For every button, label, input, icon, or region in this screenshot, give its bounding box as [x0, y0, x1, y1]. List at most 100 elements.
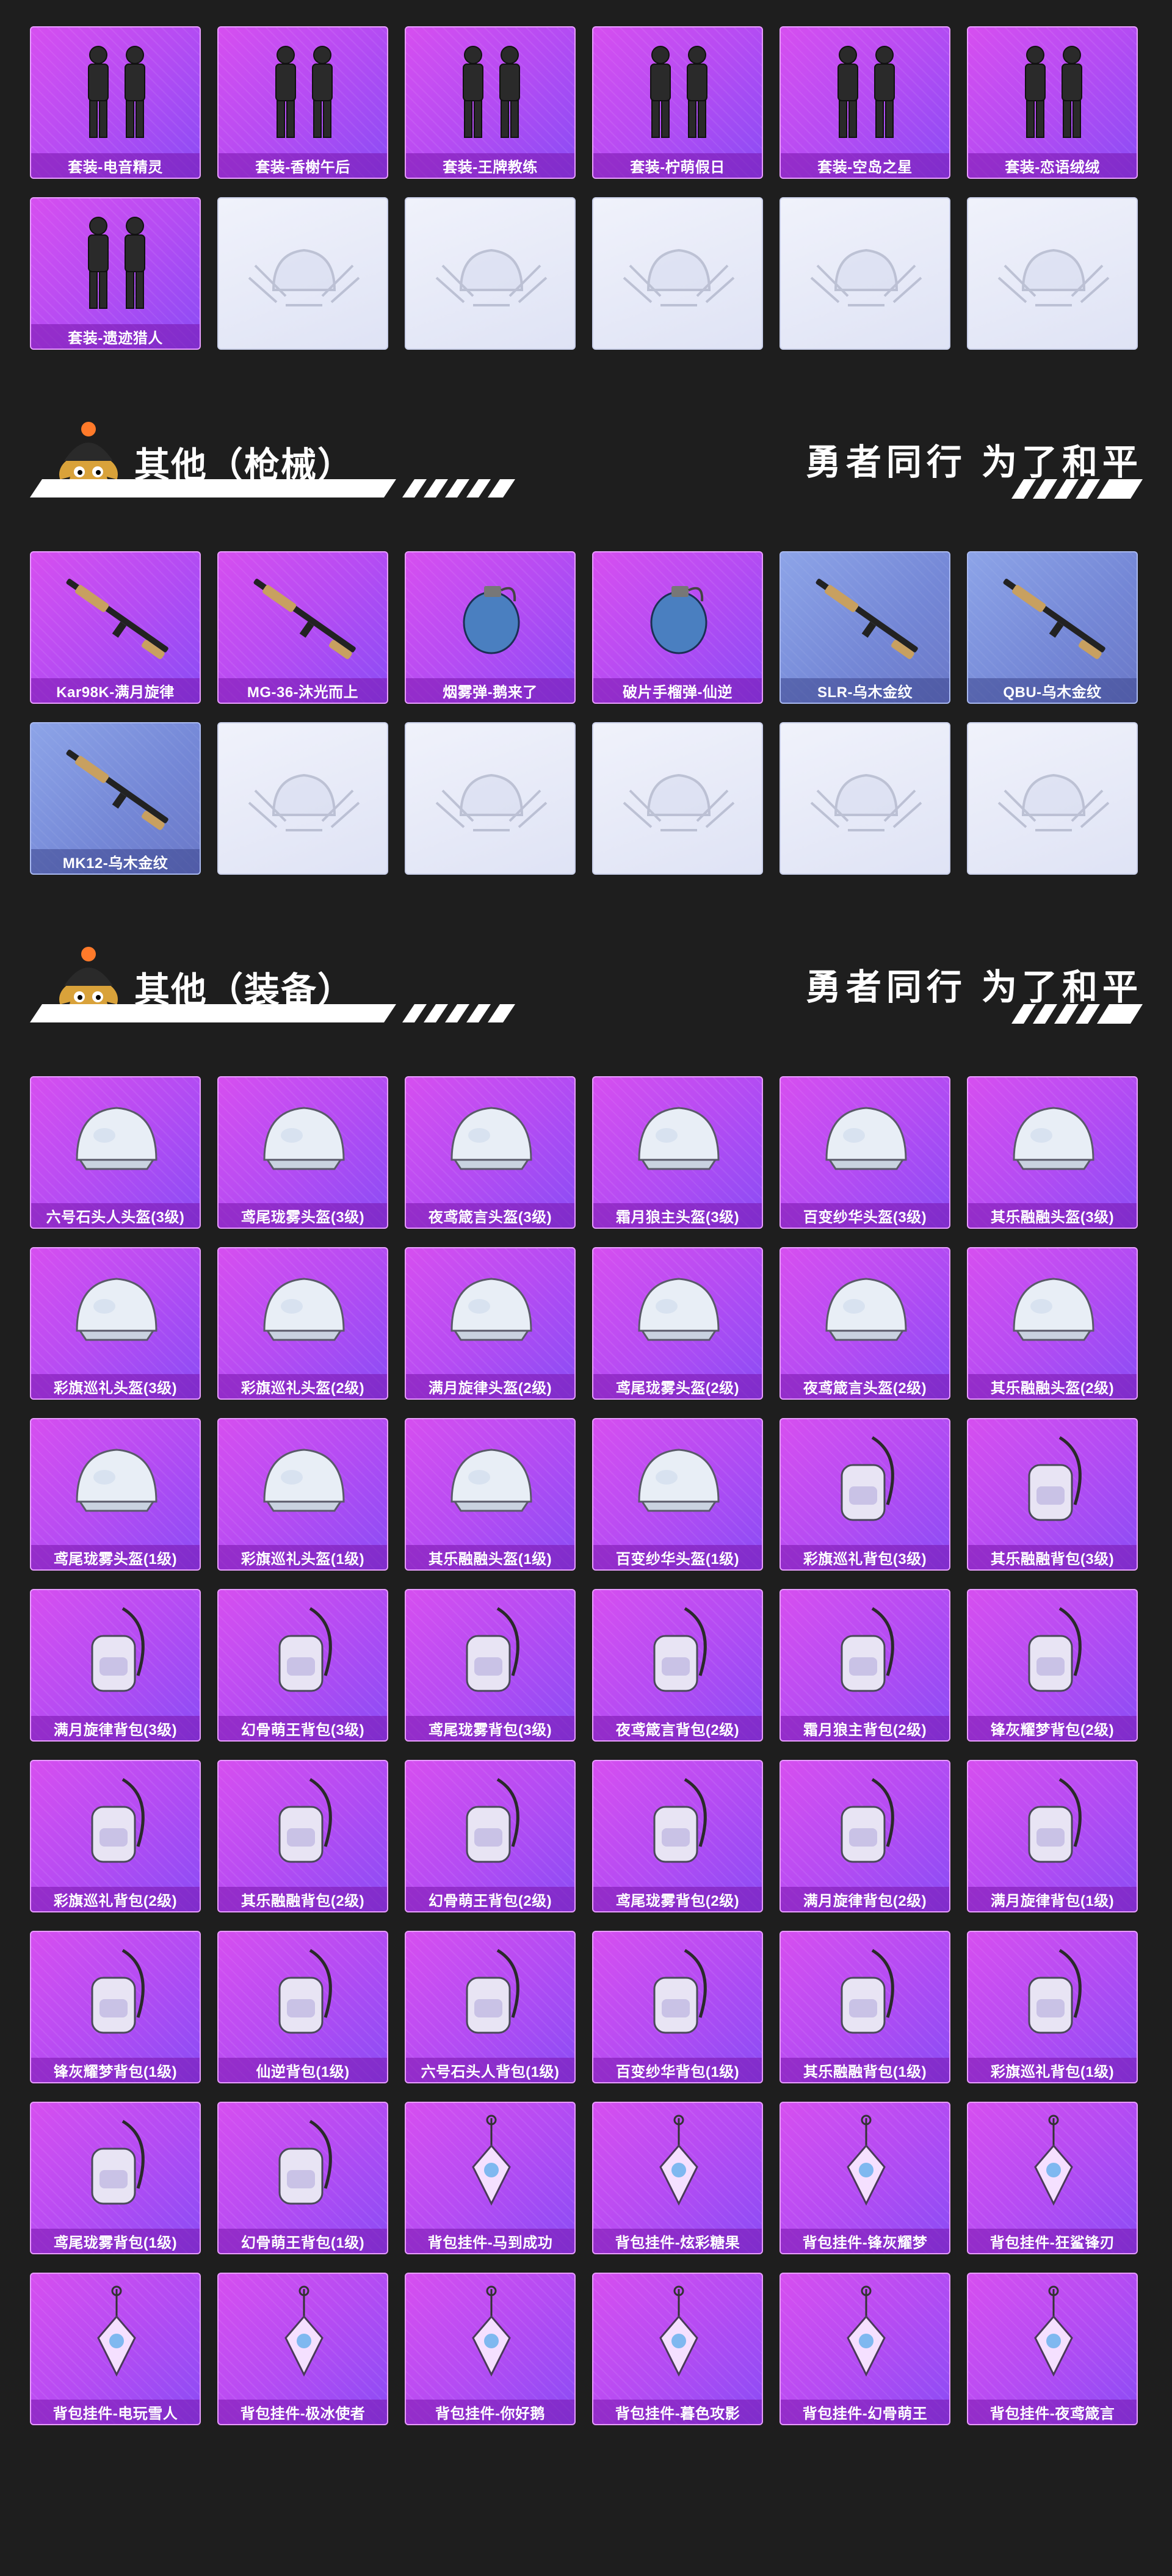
item-card[interactable]: 百变纱华头盔(1级) — [592, 1418, 763, 1571]
helmet-icon — [450, 1107, 532, 1170]
helmet-icon — [638, 1278, 720, 1341]
helmet-icon — [263, 1449, 345, 1512]
item-card[interactable]: MK12-乌木金纹 — [30, 722, 201, 875]
item-card[interactable]: 套装-香榭午后 — [217, 26, 388, 179]
item-card[interactable]: 锋灰耀梦背包(1级) — [30, 1931, 201, 2083]
charm-icon — [472, 2285, 511, 2377]
item-card[interactable]: 满月旋律头盔(2级) — [405, 1247, 576, 1400]
item-card[interactable]: 夜鸢箴言头盔(3级) — [405, 1076, 576, 1229]
item-card[interactable]: 背包挂件-你好鹅 — [405, 2273, 576, 2425]
item-card[interactable]: 破片手榴弹-仙逆 — [592, 551, 763, 704]
item-card[interactable]: 鸢尾珑雾头盔(2级) — [592, 1247, 763, 1400]
placeholder-emblem-icon — [997, 248, 1110, 306]
item-card[interactable]: 百变纱华背包(1级) — [592, 1931, 763, 2083]
item-card[interactable]: 鸢尾珑雾背包(2级) — [592, 1760, 763, 1912]
item-label: 彩旗巡礼背包(1级) — [968, 2058, 1137, 2082]
item-card[interactable]: 彩旗巡礼背包(2级) — [30, 1760, 201, 1912]
item-card-empty[interactable] — [405, 722, 576, 875]
item-card[interactable]: 仙逆背包(1级) — [217, 1931, 388, 2083]
item-card-empty[interactable] — [217, 197, 388, 350]
item-card[interactable]: QBU-乌木金纹 — [967, 551, 1138, 704]
backpack-icon — [278, 2119, 332, 2205]
title-underline-bar — [30, 479, 515, 497]
item-label: 套装-王牌教练 — [406, 153, 574, 178]
item-card-empty[interactable] — [217, 722, 388, 875]
item-label: 其乐融融头盔(1级) — [406, 1545, 574, 1569]
item-card-empty[interactable] — [592, 722, 763, 875]
item-card[interactable]: 背包挂件-幻骨萌王 — [780, 2273, 950, 2425]
item-card[interactable]: 夜鸢箴言头盔(2级) — [780, 1247, 950, 1400]
item-label: SLR-乌木金纹 — [781, 678, 949, 703]
item-card[interactable]: 背包挂件-极冰使者 — [217, 2273, 388, 2425]
item-card[interactable]: 六号石头人背包(1级) — [405, 1931, 576, 2083]
backpack-icon — [1028, 1948, 1082, 2034]
item-card[interactable]: 六号石头人头盔(3级) — [30, 1076, 201, 1229]
item-card[interactable]: 幻骨萌王背包(2级) — [405, 1760, 576, 1912]
item-label: 背包挂件-幻骨萌王 — [781, 2400, 949, 2424]
item-card[interactable]: 其乐融融头盔(3级) — [967, 1076, 1138, 1229]
item-card[interactable]: 满月旋律背包(3级) — [30, 1589, 201, 1742]
item-card[interactable]: 彩旗巡礼背包(3级) — [780, 1418, 950, 1571]
item-card[interactable]: 满月旋律背包(2级) — [780, 1760, 950, 1912]
placeholder-emblem-icon — [435, 773, 548, 831]
item-card[interactable]: MG-36-沐光而上 — [217, 551, 388, 704]
item-card[interactable]: 彩旗巡礼背包(1级) — [967, 1931, 1138, 2083]
item-card[interactable]: 套装-遗迹猎人 — [30, 197, 201, 350]
item-card[interactable]: 其乐融融背包(2级) — [217, 1760, 388, 1912]
item-card-empty[interactable] — [967, 197, 1138, 350]
item-card[interactable]: 背包挂件-锋灰耀梦 — [780, 2102, 950, 2254]
item-card[interactable]: 其乐融融头盔(2级) — [967, 1247, 1138, 1400]
item-label: 六号石头人背包(1级) — [406, 2058, 574, 2082]
item-label: 其乐融融背包(2级) — [219, 1887, 387, 1911]
item-label: 彩旗巡礼头盔(3级) — [31, 1374, 200, 1398]
item-card[interactable]: SLR-乌木金纹 — [780, 551, 950, 704]
placeholder-emblem-icon — [435, 248, 548, 306]
item-label: 百变纱华背包(1级) — [593, 2058, 762, 2082]
item-card-empty[interactable] — [780, 197, 950, 350]
item-card-empty[interactable] — [592, 197, 763, 350]
item-label: 背包挂件-暮色攻影 — [593, 2400, 762, 2424]
item-card[interactable]: 鸢尾珑雾背包(3级) — [405, 1589, 576, 1742]
item-label: 背包挂件-你好鹅 — [406, 2400, 574, 2424]
item-card[interactable]: 鸢尾珑雾背包(1级) — [30, 2102, 201, 2254]
item-card[interactable]: 幻骨萌王背包(3级) — [217, 1589, 388, 1742]
item-card[interactable]: 百变纱华头盔(3级) — [780, 1076, 950, 1229]
item-card[interactable]: 夜鸢箴言背包(2级) — [592, 1589, 763, 1742]
item-card[interactable]: 彩旗巡礼头盔(2级) — [217, 1247, 388, 1400]
item-card[interactable]: 幻骨萌王背包(1级) — [217, 2102, 388, 2254]
item-card[interactable]: 套装-恋语绒绒 — [967, 26, 1138, 179]
item-card[interactable]: 套装-王牌教练 — [405, 26, 576, 179]
item-card[interactable]: 套装-柠萌假日 — [592, 26, 763, 179]
backpack-icon — [841, 1948, 894, 2034]
item-card[interactable]: 彩旗巡礼头盔(3级) — [30, 1247, 201, 1400]
item-card[interactable]: 其乐融融背包(1级) — [780, 1931, 950, 2083]
item-card[interactable]: 鸢尾珑雾头盔(3级) — [217, 1076, 388, 1229]
item-card[interactable]: 烟雾弹-鹅来了 — [405, 551, 576, 704]
item-label: 彩旗巡礼背包(2级) — [31, 1887, 200, 1911]
item-card[interactable]: 背包挂件-狂鲨锋刃 — [967, 2102, 1138, 2254]
item-card[interactable]: 其乐融融头盔(1级) — [405, 1418, 576, 1571]
item-card[interactable]: 背包挂件-马到成功 — [405, 2102, 576, 2254]
item-card[interactable]: 套装-电音精灵 — [30, 26, 201, 179]
item-card-empty[interactable] — [405, 197, 576, 350]
item-label: 幻骨萌王背包(2级) — [406, 1887, 574, 1911]
item-card[interactable]: 背包挂件-暮色攻影 — [592, 2273, 763, 2425]
placeholder-emblem-icon — [810, 773, 922, 831]
item-card[interactable]: 锋灰耀梦背包(2级) — [967, 1589, 1138, 1742]
item-card[interactable]: 满月旋律背包(1级) — [967, 1760, 1138, 1912]
rifle-icon — [66, 579, 168, 659]
item-card[interactable]: 背包挂件-电玩雪人 — [30, 2273, 201, 2425]
item-card[interactable]: 鸢尾珑雾头盔(1级) — [30, 1418, 201, 1571]
item-card-empty[interactable] — [967, 722, 1138, 875]
item-card[interactable]: 霜月狼主背包(2级) — [780, 1589, 950, 1742]
item-card[interactable]: 背包挂件-炫彩糖果 — [592, 2102, 763, 2254]
item-card[interactable]: Kar98K-满月旋律 — [30, 551, 201, 704]
item-label: 鸢尾珑雾背包(2级) — [593, 1887, 762, 1911]
item-card[interactable]: 霜月狼主头盔(3级) — [592, 1076, 763, 1229]
item-card[interactable]: 套装-空岛之星 — [780, 26, 950, 179]
item-card-empty[interactable] — [780, 722, 950, 875]
item-card[interactable]: 其乐融融背包(3级) — [967, 1418, 1138, 1571]
item-card[interactable]: 背包挂件-夜鸢箴言 — [967, 2273, 1138, 2425]
helmet-icon — [76, 1449, 157, 1512]
item-card[interactable]: 彩旗巡礼头盔(1级) — [217, 1418, 388, 1571]
